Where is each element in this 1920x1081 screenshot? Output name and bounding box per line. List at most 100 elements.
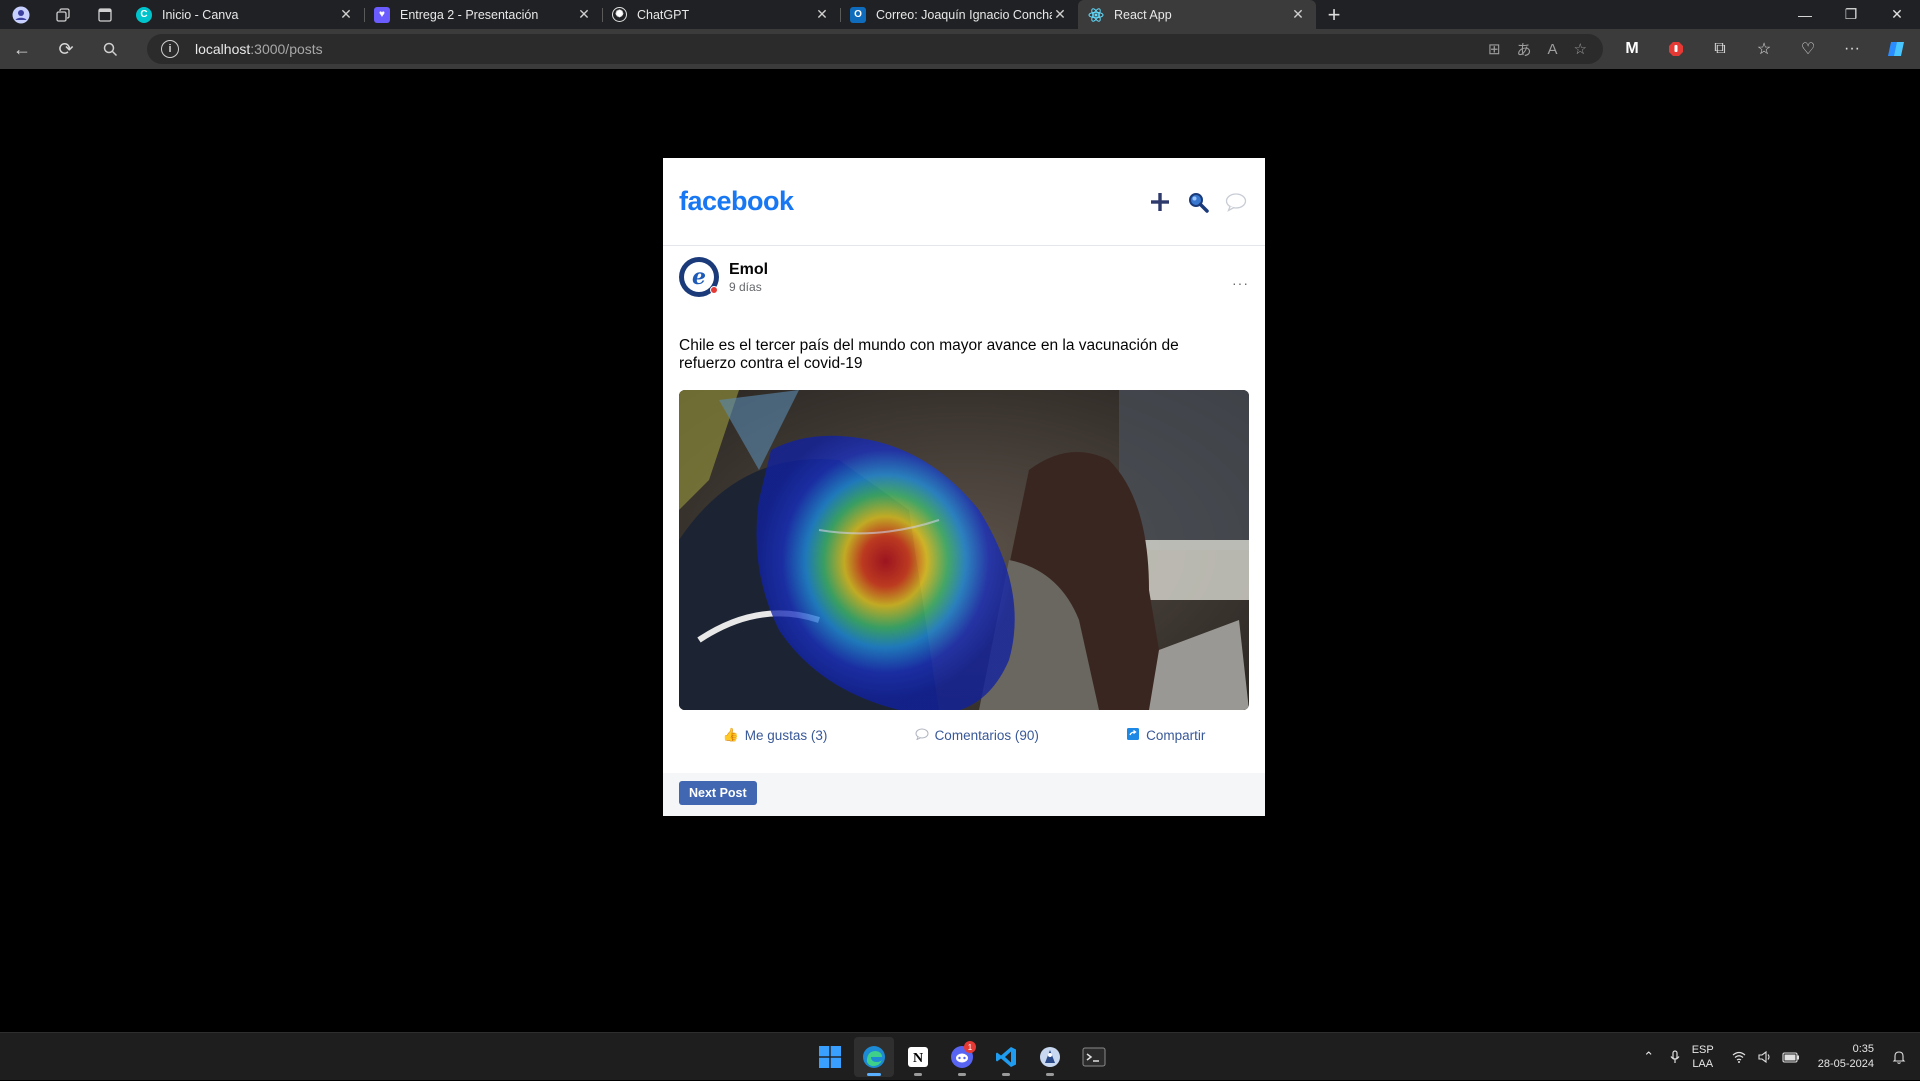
- taskbar-apps: N 1: [810, 1033, 1114, 1081]
- tab-title: Entrega 2 - Presentación: [400, 7, 539, 22]
- comments-button[interactable]: Comentarios (90): [915, 728, 1039, 743]
- profile-avatar-icon[interactable]: [0, 0, 42, 29]
- shield-app-icon: ♥: [374, 6, 390, 23]
- adblock-icon[interactable]: [1654, 29, 1698, 69]
- workspaces-icon[interactable]: [42, 0, 84, 29]
- url-field[interactable]: i localhost:3000/posts ⊞ あ A ☆: [147, 34, 1603, 64]
- browser-essentials-icon[interactable]: ♡: [1786, 29, 1830, 69]
- app-available-icon[interactable]: ⊞: [1488, 40, 1501, 58]
- thumbs-up-icon: 👍: [722, 727, 739, 742]
- mega-extension-icon[interactable]: M: [1610, 29, 1654, 69]
- tab-title: Correo: Joaquín Ignacio Concha: [876, 7, 1052, 22]
- comment-bubble-icon: [915, 728, 929, 743]
- post-image[interactable]: [679, 390, 1249, 710]
- outlook-icon: O: [850, 6, 866, 23]
- minimize-icon[interactable]: —: [1782, 0, 1828, 29]
- status-dot: [710, 286, 718, 294]
- input-language[interactable]: ESP LAA: [1692, 1043, 1714, 1071]
- chat-bubble-icon[interactable]: [1223, 189, 1249, 215]
- translate-icon[interactable]: あ: [1517, 39, 1532, 60]
- extensions-toolbar: M ⧉ ☆ ♡ ···: [1610, 29, 1918, 69]
- refresh-icon[interactable]: ⟳: [44, 29, 88, 69]
- volume-icon[interactable]: [1752, 1051, 1778, 1063]
- author-block: Emol 9 días: [729, 261, 768, 294]
- back-icon[interactable]: ←: [0, 29, 44, 69]
- search-icon[interactable]: [88, 29, 132, 69]
- restore-icon[interactable]: ❐: [1828, 0, 1874, 29]
- close-icon[interactable]: ✕: [814, 6, 830, 23]
- vaccination-photo-with-heatmap: [679, 390, 1249, 710]
- favorites-icon[interactable]: ☆: [1742, 29, 1786, 69]
- clock-time: 0:35: [1852, 1043, 1874, 1055]
- close-icon[interactable]: ✕: [1052, 6, 1068, 23]
- like-button[interactable]: 👍 Me gustas (3): [723, 727, 828, 743]
- running-indicator: [958, 1073, 966, 1076]
- discord-icon[interactable]: 1: [942, 1037, 982, 1077]
- edge-icon[interactable]: [854, 1037, 894, 1077]
- post-actions: 👍 Me gustas (3) Comentarios (90) Compart…: [679, 719, 1249, 751]
- post-text: Chile es el tercer país del mundo con ma…: [679, 337, 1179, 372]
- favorite-star-icon[interactable]: ☆: [1574, 40, 1587, 58]
- taskbar: N 1 ⌃ ESP LAA 0:35 28-05-2024: [0, 1032, 1920, 1080]
- tab-strip: C Inicio - Canva ✕ ♥ Entrega 2 - Present…: [0, 0, 1920, 29]
- new-tab-button[interactable]: +: [1316, 0, 1352, 29]
- canva-icon: C: [136, 6, 152, 23]
- author-name[interactable]: Emol: [729, 261, 768, 279]
- tab-react-app[interactable]: React App ✕: [1078, 0, 1316, 29]
- system-tray: ⌃ ESP LAA 0:35 28-05-2024: [1636, 1033, 1920, 1081]
- more-options-icon[interactable]: ···: [1232, 263, 1249, 291]
- close-icon[interactable]: ✕: [576, 6, 592, 23]
- tab-entrega[interactable]: ♥ Entrega 2 - Presentación ✕: [364, 0, 602, 29]
- url-text[interactable]: localhost:3000/posts: [195, 41, 323, 57]
- read-aloud-icon[interactable]: A: [1548, 41, 1558, 58]
- windows-start-icon[interactable]: [810, 1037, 850, 1077]
- tab-title: ChatGPT: [637, 7, 690, 22]
- card-footer: Next Post: [663, 773, 1265, 816]
- tab-title: React App: [1114, 7, 1172, 22]
- page-viewport: facebook e Emol 9 días ··· Chile es el t…: [4, 69, 1916, 1027]
- extensions-icon[interactable]: ⧉: [1698, 29, 1742, 69]
- address-bar-row: ← ⟳ i localhost:3000/posts ⊞ あ A ☆ M ⧉ ☆…: [0, 29, 1920, 69]
- language-code: ESP: [1691, 1044, 1714, 1056]
- notifications-bell-icon[interactable]: [1886, 1050, 1912, 1064]
- close-icon[interactable]: ✕: [338, 6, 354, 23]
- wifi-icon[interactable]: [1726, 1051, 1752, 1063]
- plus-icon[interactable]: [1147, 189, 1173, 215]
- post-card: facebook e Emol 9 días ··· Chile es el t…: [663, 158, 1265, 816]
- chatgpt-icon: ✺: [612, 7, 627, 22]
- vscode-icon[interactable]: [986, 1037, 1026, 1077]
- tab-title: Inicio - Canva: [162, 7, 239, 22]
- search-icon[interactable]: [1185, 189, 1211, 215]
- vertical-tabs-icon[interactable]: [84, 0, 126, 29]
- chevron-up-icon[interactable]: ⌃: [1636, 1049, 1662, 1065]
- post-header: e Emol 9 días ···: [679, 256, 1249, 298]
- tab-canva[interactable]: C Inicio - Canva ✕: [126, 0, 364, 29]
- share-button[interactable]: Compartir: [1126, 727, 1205, 744]
- url-host: localhost: [195, 41, 251, 57]
- app-icon[interactable]: [1030, 1037, 1070, 1077]
- microphone-icon[interactable]: [1662, 1050, 1688, 1064]
- site-info-icon[interactable]: i: [161, 40, 179, 58]
- app-header: facebook: [663, 158, 1265, 246]
- tab-correo[interactable]: O Correo: Joaquín Ignacio Concha ✕: [840, 0, 1078, 29]
- share-label: Compartir: [1146, 727, 1206, 743]
- running-indicator: [1046, 1073, 1054, 1076]
- facebook-logo[interactable]: facebook: [679, 186, 794, 217]
- avatar[interactable]: e: [679, 257, 719, 297]
- copilot-icon[interactable]: [1874, 29, 1918, 69]
- close-window-icon[interactable]: ✕: [1874, 0, 1920, 29]
- battery-icon[interactable]: [1778, 1051, 1804, 1063]
- window-controls: — ❐ ✕: [1782, 0, 1920, 29]
- notion-icon[interactable]: N: [898, 1037, 938, 1077]
- clock-date: 28-05-2024: [1817, 1058, 1874, 1070]
- active-indicator: [867, 1073, 881, 1076]
- more-menu-icon[interactable]: ···: [1830, 29, 1874, 69]
- terminal-icon[interactable]: [1074, 1037, 1114, 1077]
- clock[interactable]: 0:35 28-05-2024: [1818, 1042, 1874, 1072]
- running-indicator: [1002, 1073, 1010, 1076]
- svg-text:N: N: [913, 1051, 923, 1066]
- close-icon[interactable]: ✕: [1290, 6, 1306, 23]
- notification-badge: 1: [964, 1041, 976, 1053]
- next-post-button[interactable]: Next Post: [679, 781, 757, 805]
- tab-chatgpt[interactable]: ✺ ChatGPT ✕: [602, 0, 840, 29]
